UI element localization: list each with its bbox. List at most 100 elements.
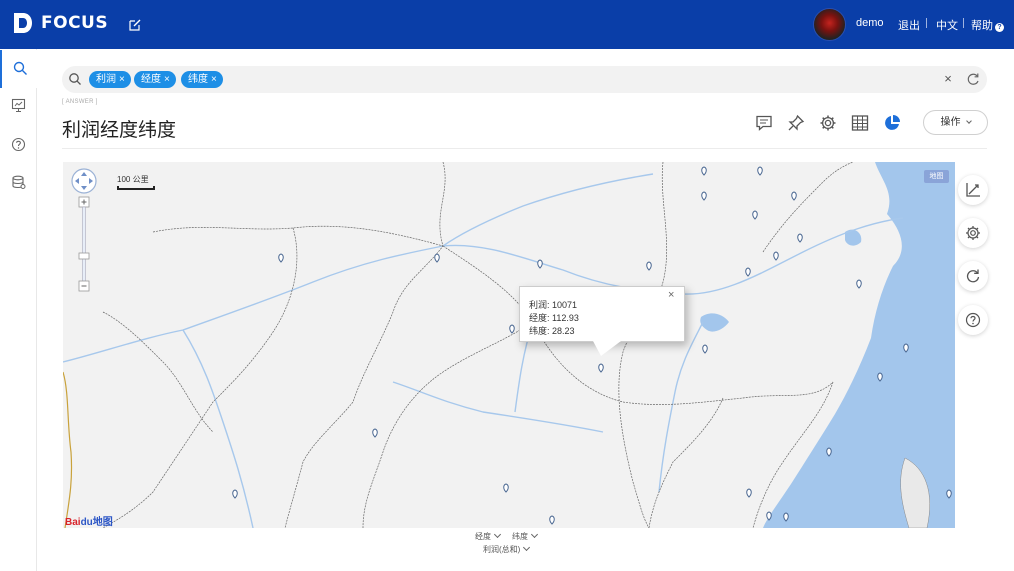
pin-icon[interactable] xyxy=(787,114,805,132)
token-chip-latitude[interactable]: 纬度 × xyxy=(181,71,223,88)
tooltip-longitude: 经度: 112.93 xyxy=(529,313,579,323)
map-marker-icon xyxy=(746,488,752,498)
help-label: 帮助 xyxy=(971,20,993,32)
map-type-badge[interactable]: 地图 xyxy=(924,170,949,183)
search-icon xyxy=(69,73,81,85)
tooltip-profit: 利润: 10071 xyxy=(529,300,578,310)
map-marker-icon xyxy=(278,253,284,263)
map-tooltip: 利润: 10071 经度: 112.93 纬度: 28.23 × xyxy=(519,286,685,342)
map-marker-icon xyxy=(773,251,779,261)
language-link[interactable]: 中文 xyxy=(936,17,958,33)
x-axis-select[interactable]: 经度 xyxy=(475,530,502,542)
help-icon: ? xyxy=(995,23,1004,32)
map-marker-icon xyxy=(826,447,832,457)
app-logo[interactable]: FOCUS xyxy=(14,12,108,34)
map-zoom-control[interactable] xyxy=(69,167,99,299)
chip-label: 利润 xyxy=(96,74,116,85)
sidebar-item-search[interactable] xyxy=(0,50,37,88)
operations-dropdown[interactable]: 操作 xyxy=(923,110,988,135)
map-marker-icon xyxy=(946,489,952,499)
app-name: FOCUS xyxy=(41,13,109,33)
chip-remove-icon[interactable]: × xyxy=(211,74,217,85)
value-field-select[interactable]: 利润(总和) xyxy=(483,543,531,555)
logout-link[interactable]: 退出 xyxy=(898,17,920,33)
map-marker-icon xyxy=(702,344,708,354)
map-marker-icon xyxy=(646,261,652,271)
tooltip-pointer xyxy=(593,341,621,356)
axis-config-button[interactable] xyxy=(958,175,988,205)
refresh-icon[interactable] xyxy=(965,71,981,87)
map-view[interactable]: 100 公里 地图 Baidu地图 利润: 10071 经度: 112.93 纬… xyxy=(63,162,955,528)
clear-search-icon[interactable]: × xyxy=(940,70,956,88)
top-navbar: FOCUS demo 退出 中文 帮助? xyxy=(0,0,1014,49)
nav-divider xyxy=(926,18,927,28)
map-scale-bar xyxy=(117,186,155,190)
reset-button[interactable] xyxy=(958,261,988,291)
map-marker-icon xyxy=(372,428,378,438)
question-icon[interactable] xyxy=(11,137,26,152)
nav-divider xyxy=(963,18,964,28)
chip-remove-icon[interactable]: × xyxy=(119,74,125,85)
token-chip-profit[interactable]: 利润 × xyxy=(89,71,131,88)
y-axis-select[interactable]: 纬度 xyxy=(512,530,539,542)
chevron-down-icon xyxy=(523,543,531,552)
map-marker-icon xyxy=(434,253,440,263)
y-axis-label: 纬度 xyxy=(512,532,528,541)
axis-icon xyxy=(966,183,980,197)
map-marker-icon xyxy=(877,372,883,382)
map-scale-label: 100 公里 xyxy=(117,175,149,184)
value-field-label: 利润(总和) xyxy=(483,545,521,554)
avatar[interactable] xyxy=(813,8,846,41)
title-divider xyxy=(62,148,987,149)
tooltip-latitude: 纬度: 28.23 xyxy=(529,326,575,336)
chip-label: 经度 xyxy=(141,74,161,85)
chart-view-icon[interactable] xyxy=(883,114,901,132)
search-icon xyxy=(13,61,27,75)
main-content: 利润 × 经度 × 纬度 × × [ ANSWER ] 利润经度纬度 操作 10… xyxy=(37,49,1014,571)
operations-label: 操作 xyxy=(940,117,961,128)
help-link[interactable]: 帮助? xyxy=(971,17,1004,33)
edit-icon[interactable] xyxy=(128,18,142,32)
x-axis-label: 经度 xyxy=(475,532,491,541)
chip-remove-icon[interactable]: × xyxy=(164,74,170,85)
map-marker-icon xyxy=(701,166,707,176)
page-title: 利润经度纬度 xyxy=(62,120,177,141)
baidu-logo-text: du xyxy=(80,517,93,528)
map-marker-icon xyxy=(232,489,238,499)
map-marker-icon xyxy=(791,191,797,201)
chevron-down-icon xyxy=(965,118,972,124)
question-icon xyxy=(965,312,981,328)
chart-settings-button[interactable] xyxy=(958,218,988,248)
map-marker-icon xyxy=(537,259,543,269)
token-chip-longitude[interactable]: 经度 × xyxy=(134,71,176,88)
map-marker-icon xyxy=(745,267,751,277)
map-marker-icon xyxy=(757,166,763,176)
database-icon[interactable] xyxy=(11,175,26,190)
help-button[interactable] xyxy=(958,305,988,335)
answer-tag: [ ANSWER ] xyxy=(62,99,98,105)
tooltip-close-icon[interactable]: × xyxy=(668,289,674,301)
map-marker-icon xyxy=(509,324,515,334)
chevron-down-icon xyxy=(530,530,539,539)
map-marker-icon xyxy=(797,233,803,243)
chip-label: 纬度 xyxy=(188,74,208,85)
map-marker-icon xyxy=(701,191,707,201)
map-marker-icon xyxy=(503,483,509,493)
map-marker-icon xyxy=(903,343,909,353)
table-view-icon[interactable] xyxy=(851,114,869,132)
map-marker-icon xyxy=(766,511,772,521)
user-name[interactable]: demo xyxy=(856,17,884,29)
settings-icon[interactable] xyxy=(819,114,837,132)
chevron-down-icon xyxy=(493,530,502,539)
map-marker-icon xyxy=(549,515,555,525)
baidu-logo-text: 地图 xyxy=(92,517,113,528)
rotate-icon xyxy=(966,269,980,283)
search-bar[interactable]: 利润 × 经度 × 纬度 × × xyxy=(62,66,987,93)
comment-icon[interactable] xyxy=(755,114,773,132)
sidebar xyxy=(0,49,37,571)
map-marker-icon xyxy=(856,279,862,289)
dashboard-icon[interactable] xyxy=(11,98,26,113)
map-markers xyxy=(232,166,952,525)
gear-icon xyxy=(966,226,980,240)
baidu-logo: Baidu地图 xyxy=(65,513,113,528)
